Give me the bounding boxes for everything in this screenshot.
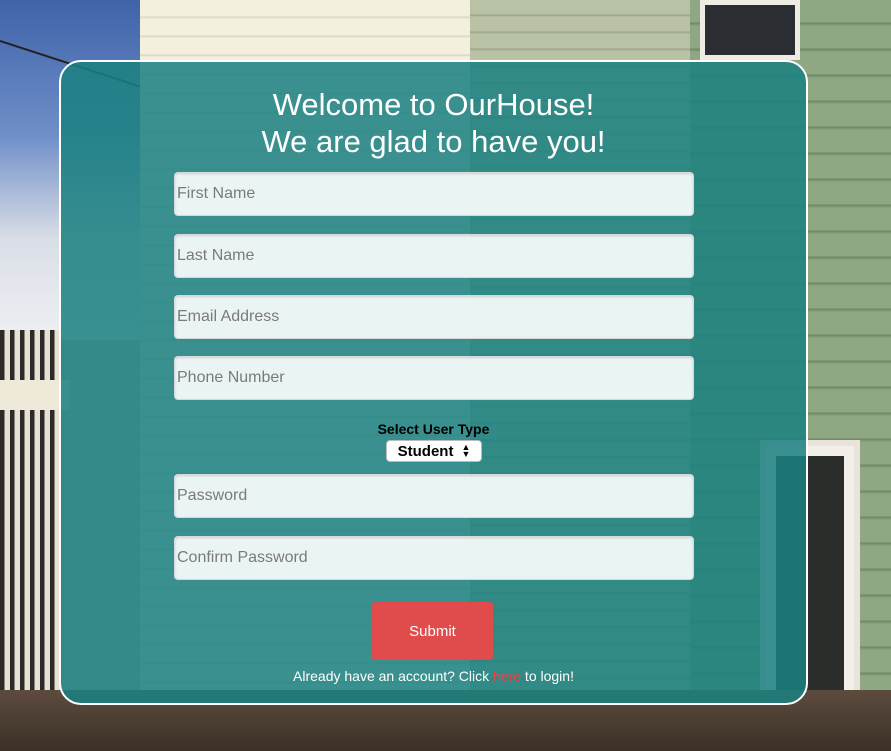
title-line-1: Welcome to OurHouse!: [272, 87, 595, 122]
last-name-input[interactable]: [174, 234, 694, 278]
login-prompt-suffix: to login!: [521, 668, 574, 684]
password-input[interactable]: [174, 474, 694, 518]
login-link[interactable]: here: [493, 668, 521, 684]
login-prompt: Already have an account? Click here to l…: [61, 668, 806, 684]
submit-button[interactable]: Submit: [372, 602, 493, 660]
signup-card: Welcome to OurHouse! We are glad to have…: [59, 60, 808, 705]
login-prompt-prefix: Already have an account? Click: [293, 668, 494, 684]
title-line-2: We are glad to have you!: [261, 124, 606, 159]
email-input[interactable]: [174, 295, 694, 339]
up-down-chevron-icon: ▲ ▼: [461, 442, 471, 459]
user-type-label: Select User Type: [377, 421, 490, 437]
phone-input[interactable]: [174, 356, 694, 400]
first-name-input[interactable]: [174, 172, 694, 216]
confirm-password-input[interactable]: [174, 536, 694, 580]
user-type-selected: Student: [397, 442, 454, 460]
user-type-select[interactable]: Student ▲ ▼: [386, 440, 482, 462]
background-window-top: [700, 0, 800, 60]
page-title: Welcome to OurHouse! We are glad to have…: [61, 86, 806, 160]
signup-page: Welcome to OurHouse! We are glad to have…: [0, 0, 891, 751]
